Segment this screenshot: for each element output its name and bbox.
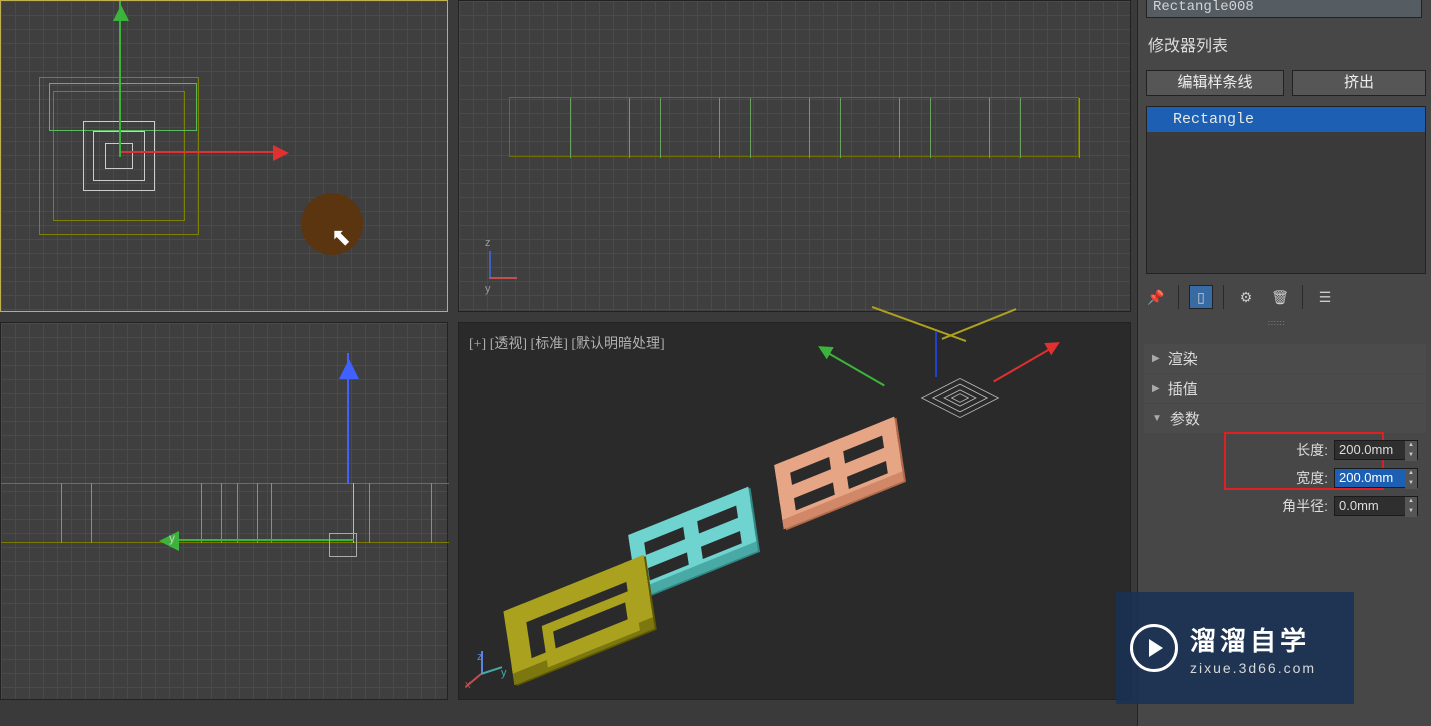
axis-x-icon: [489, 277, 517, 279]
front-mini-axes: z y: [489, 251, 519, 281]
axis-z-icon: [489, 251, 491, 279]
spinner-buttons[interactable]: ▲▼: [1405, 497, 1417, 517]
chevron-right-icon: ▶: [1152, 383, 1160, 394]
param-label: 宽度:: [1296, 468, 1328, 488]
front-cell: [660, 98, 720, 158]
left-bot-edge: [1, 542, 449, 543]
show-end-result-icon[interactable]: ▯: [1189, 285, 1213, 309]
spinner-down-icon[interactable]: ▼: [1405, 479, 1417, 489]
modifier-stack-item-selected[interactable]: Rectangle: [1147, 107, 1425, 132]
left-bar: [221, 483, 222, 543]
viewport-top[interactable]: ⬉: [0, 0, 448, 312]
spinner-value: 0.0mm: [1339, 498, 1379, 513]
modifier-dropdown-edit-spline[interactable]: 编辑样条线: [1146, 70, 1284, 96]
panel-drag-grip-icon[interactable]: ::::::: [1268, 320, 1302, 326]
axis-z-label: z: [485, 237, 491, 249]
length-spinner[interactable]: 200.0mm ▲▼: [1334, 440, 1418, 460]
viewport-perspective[interactable]: [+] [透视] [标准] [默认明暗处理] z y x: [458, 322, 1131, 700]
play-circle-icon: [1130, 624, 1178, 672]
left-bar: [431, 483, 432, 543]
rollout-label: 插值: [1168, 378, 1198, 399]
left-top-edge: [1, 483, 449, 484]
spinner-down-icon[interactable]: ▼: [1405, 451, 1417, 461]
gizmo-center-handle[interactable]: [329, 533, 357, 557]
watermark: 溜溜自学 zixue.3d66.com: [1116, 592, 1354, 704]
modifier-dropdown-extrude[interactable]: 挤出: [1292, 70, 1426, 96]
separator-icon: [1178, 285, 1179, 309]
gizmo-z-axis[interactable]: [347, 353, 349, 483]
world-axes-icon: z y x: [473, 651, 503, 681]
front-cell: [930, 98, 990, 158]
left-wire-strip: [1, 483, 449, 543]
front-wire-strip: [509, 97, 1079, 157]
spinner-up-icon[interactable]: ▲: [1405, 497, 1417, 507]
configure-sets-icon[interactable]: ☰: [1313, 285, 1337, 309]
watermark-text: 溜溜自学 zixue.3d66.com: [1190, 621, 1316, 676]
left-bar: [257, 483, 258, 543]
separator-icon: [1223, 285, 1224, 309]
viewport-left[interactable]: y: [0, 322, 448, 700]
axis-x-label: x: [465, 679, 471, 691]
spinner-down-icon[interactable]: ▼: [1405, 507, 1417, 517]
viewport-front[interactable]: z y: [458, 0, 1131, 312]
axis-y-icon: [481, 666, 503, 675]
watermark-url: zixue.3d66.com: [1190, 660, 1316, 676]
left-bar: [91, 483, 92, 543]
front-cell: [840, 98, 900, 158]
axis-y-label: y: [485, 283, 491, 295]
param-label: 长度:: [1296, 440, 1328, 460]
gizmo-x-axis[interactable]: [121, 151, 281, 153]
watermark-title: 溜溜自学: [1190, 621, 1316, 658]
selected-rectangle-wireframe: [899, 359, 1019, 459]
axis-y-label: y: [169, 531, 175, 545]
pin-stack-icon[interactable]: 📌: [1144, 285, 1168, 309]
modifier-stack[interactable]: Rectangle: [1146, 106, 1426, 274]
corner-radius-spinner[interactable]: 0.0mm ▲▼: [1334, 496, 1418, 516]
spinner-value: 200.0mm: [1339, 470, 1393, 485]
spinner-up-icon[interactable]: ▲: [1405, 441, 1417, 451]
make-unique-icon[interactable]: ⚙: [1234, 285, 1258, 309]
left-bar: [201, 483, 202, 543]
width-spinner[interactable]: 200.0mm ▲▼: [1334, 468, 1418, 488]
rollout-label: 渲染: [1168, 348, 1198, 369]
param-label: 角半径:: [1282, 496, 1328, 516]
axis-y-label: y: [501, 667, 507, 679]
param-row-length: 长度: 200.0mm ▲▼: [1144, 438, 1426, 462]
parameters-panel: 长度: 200.0mm ▲▼ 宽度: 200.0mm ▲▼ 角半径: 0.0mm…: [1144, 432, 1426, 532]
chevron-right-icon: ▶: [1152, 353, 1160, 364]
chevron-down-icon: ▼: [1152, 413, 1162, 424]
gizmo-y-axis[interactable]: [169, 539, 354, 541]
param-row-corner-radius: 角半径: 0.0mm ▲▼: [1144, 494, 1426, 518]
rollout-parameters[interactable]: ▼ 参数: [1144, 404, 1426, 433]
left-bar: [369, 483, 370, 543]
front-cell: [750, 98, 810, 158]
left-bar: [61, 483, 62, 543]
spinner-buttons[interactable]: ▲▼: [1405, 441, 1417, 461]
gizmo-y-axis[interactable]: [119, 1, 121, 157]
spinner-value: 200.0mm: [1339, 442, 1393, 457]
viewport-area: ⬉ z y: [0, 0, 1137, 700]
modifier-list-label: 修改器列表: [1148, 32, 1228, 56]
rollout-label: 参数: [1170, 408, 1200, 429]
rollout-rendering[interactable]: ▶ 渲染: [1144, 344, 1426, 373]
left-bar: [271, 483, 272, 543]
left-bar: [237, 483, 238, 543]
axis-z-label: z: [477, 651, 483, 663]
front-cell: [1020, 98, 1080, 158]
separator-icon: [1302, 285, 1303, 309]
viewport-label[interactable]: [+] [透视] [标准] [默认明暗处理]: [469, 333, 665, 353]
rollout-interpolation[interactable]: ▶ 插值: [1144, 374, 1426, 403]
stack-toolbar: 📌 ▯ ⚙ 🗑 ☰: [1144, 282, 1428, 312]
spinner-buttons[interactable]: ▲▼: [1405, 469, 1417, 489]
object-name-field[interactable]: Rectangle008: [1146, 0, 1422, 18]
remove-modifier-icon[interactable]: 🗑: [1268, 285, 1292, 309]
param-row-width: 宽度: 200.0mm ▲▼: [1144, 466, 1426, 490]
front-cell: [570, 98, 630, 158]
spinner-up-icon[interactable]: ▲: [1405, 469, 1417, 479]
